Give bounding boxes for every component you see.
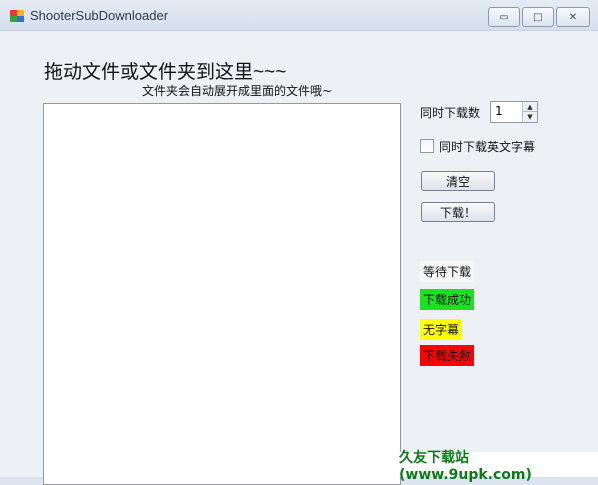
caption-buttons: ▭ □ ✕ <box>488 7 590 27</box>
app-window: ShooterSubDownloader ▭ □ ✕ 拖动文件或文件夹到这里~~… <box>0 0 598 485</box>
english-subtitle-label[interactable]: 同时下载英文字幕 <box>439 138 535 155</box>
spinner-down-icon[interactable]: ▼ <box>522 112 537 122</box>
maximize-button[interactable]: □ <box>522 7 554 27</box>
english-subtitle-checkbox[interactable] <box>420 139 434 153</box>
client-area: 拖动文件或文件夹到这里~~~ 文件夹会自动展开成里面的文件哦~ 同时下载数 1 … <box>0 31 598 485</box>
window-title: ShooterSubDownloader <box>30 8 169 23</box>
title-bar[interactable]: ShooterSubDownloader ▭ □ ✕ <box>0 0 598 31</box>
minimize-button[interactable]: ▭ <box>488 7 520 27</box>
status-success: 下载成功 <box>420 289 475 310</box>
drop-heading: 拖动文件或文件夹到这里~~~ <box>44 62 287 83</box>
close-button[interactable]: ✕ <box>556 7 590 27</box>
concurrent-value[interactable]: 1 <box>495 104 503 118</box>
download-button[interactable]: 下载！ <box>421 202 495 222</box>
status-waiting: 等待下载 <box>420 261 475 282</box>
status-failed: 下载失败 <box>420 345 475 366</box>
app-icon <box>10 10 24 22</box>
concurrent-label: 同时下载数 <box>420 106 481 120</box>
file-drop-list[interactable] <box>43 103 401 485</box>
drop-subheading: 文件夹会自动展开成里面的文件哦~ <box>142 84 333 98</box>
spinner-up-icon[interactable]: ▲ <box>522 102 537 112</box>
status-no-subtitle: 无字幕 <box>420 319 463 340</box>
maximize-icon: □ <box>533 11 543 23</box>
clear-button[interactable]: 清空 <box>421 171 495 191</box>
site-watermark: 久友下载站(www.9upk.com) <box>399 450 598 483</box>
minimize-icon: ▭ <box>499 11 509 23</box>
close-icon: ✕ <box>568 11 578 23</box>
concurrent-spinner[interactable]: 1 ▲ ▼ <box>490 101 538 123</box>
